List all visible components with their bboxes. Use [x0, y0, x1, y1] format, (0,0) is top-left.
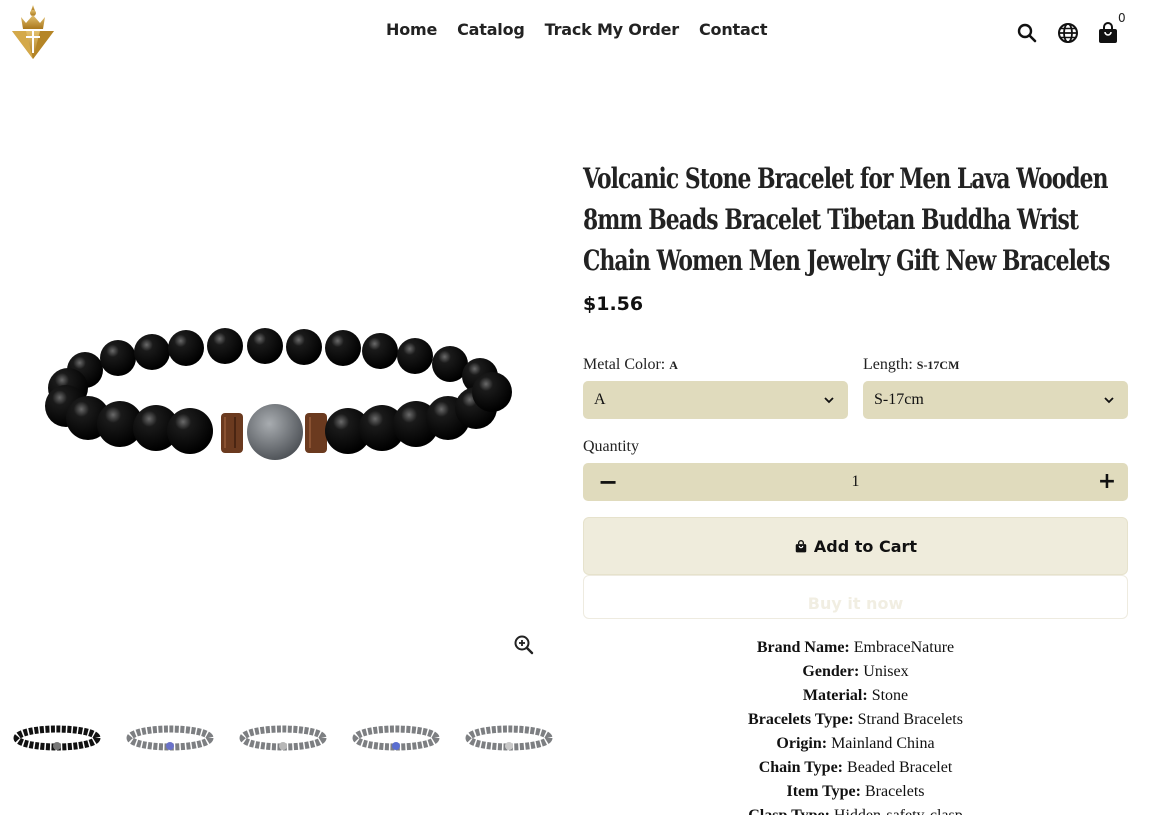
product-specs: Brand Name: EmbraceNature Gender: Unisex… — [583, 636, 1128, 815]
nav-track-order[interactable]: Track My Order — [545, 20, 680, 39]
quantity-label: Quantity — [583, 438, 639, 455]
main-nav: Home Catalog Track My Order Contact — [386, 20, 767, 39]
spec-row: Gender: Unisex — [583, 660, 1128, 684]
spec-key: Bracelets Type: — [748, 711, 854, 728]
chevron-down-icon — [824, 397, 834, 404]
spec-value: Unisex — [863, 663, 909, 680]
spec-value: Beaded Bracelet — [847, 759, 953, 776]
length-selected: S-17cm — [874, 391, 924, 408]
buy-now-button[interactable]: Buy it now — [583, 575, 1128, 619]
thumbnail-1[interactable] — [12, 720, 102, 756]
add-to-cart-label: Add to Cart — [813, 536, 918, 556]
spec-row: Item Type: Bracelets — [583, 780, 1128, 804]
nav-catalog[interactable]: Catalog — [457, 20, 525, 39]
logo[interactable] — [8, 3, 58, 63]
spec-value: Stone — [871, 687, 909, 704]
globe-icon[interactable] — [1056, 21, 1080, 45]
product-title: Volcanic Stone Bracelet for Men Lava Woo… — [583, 162, 1110, 277]
buy-now-label: Buy it now — [807, 594, 904, 613]
spec-row: Brand Name: EmbraceNature — [583, 636, 1128, 660]
nav-contact[interactable]: Contact — [699, 20, 768, 39]
spec-row: Bracelets Type: Strand Bracelets — [583, 708, 1128, 732]
nav-home[interactable]: Home — [386, 20, 437, 39]
metal-color-label-text: Metal Color: — [583, 356, 666, 373]
length-label: Length: S-17CM — [863, 356, 959, 374]
thumbnail-3[interactable] — [238, 720, 328, 756]
cart-count-badge: 0 — [1118, 11, 1126, 25]
length-current: S-17CM — [916, 358, 960, 372]
chevron-down-icon — [1104, 397, 1114, 404]
metal-color-label: Metal Color: A — [583, 356, 678, 374]
zoom-in-icon[interactable] — [512, 633, 536, 657]
spec-key: Brand Name: — [756, 639, 850, 656]
add-to-cart-button[interactable]: Add to Cart — [583, 517, 1128, 575]
spec-row: Material: Stone — [583, 684, 1128, 708]
site-header: Home Catalog Track My Order Contact 0 — [0, 0, 1151, 66]
quantity-stepper: − 1 + — [583, 463, 1128, 501]
spec-value: Bracelets — [864, 783, 925, 800]
spec-row: Origin: Mainland China — [583, 732, 1128, 756]
spec-value: Mainland China — [831, 735, 935, 752]
metal-color-current: A — [669, 358, 678, 372]
spec-key: Item Type: — [786, 783, 861, 800]
product-price: $1.56 — [583, 293, 644, 315]
spec-row: Clasp Type: Hidden-safety-clasp — [583, 804, 1128, 815]
shopping-bag-icon — [795, 539, 807, 552]
quantity-increase-button[interactable]: + — [1092, 467, 1122, 497]
spec-value: Strand Bracelets — [857, 711, 963, 728]
spec-key: Chain Type: — [758, 759, 844, 776]
spec-key: Origin: — [776, 735, 828, 752]
spec-key: Gender: — [802, 663, 860, 680]
search-icon[interactable] — [1015, 21, 1039, 45]
spec-key: Clasp Type: — [748, 807, 830, 815]
spec-key: Material: — [802, 687, 868, 704]
quantity-decrease-button[interactable]: − — [593, 467, 623, 497]
thumbnail-2[interactable] — [125, 720, 215, 756]
metal-color-select[interactable]: A — [583, 381, 848, 419]
length-label-text: Length: — [863, 356, 913, 373]
spec-value: Hidden-safety-clasp — [834, 807, 963, 815]
spec-row: Chain Type: Beaded Bracelet — [583, 756, 1128, 780]
thumbnail-4[interactable] — [351, 720, 441, 756]
length-select[interactable]: S-17cm — [863, 381, 1128, 419]
metal-color-selected: A — [594, 391, 606, 408]
quantity-value[interactable]: 1 — [852, 473, 860, 491]
shopping-bag-icon[interactable] — [1096, 21, 1120, 45]
thumbnail-5[interactable] — [464, 720, 554, 756]
product-main-image[interactable] — [30, 320, 530, 480]
spec-value: EmbraceNature — [853, 639, 955, 656]
